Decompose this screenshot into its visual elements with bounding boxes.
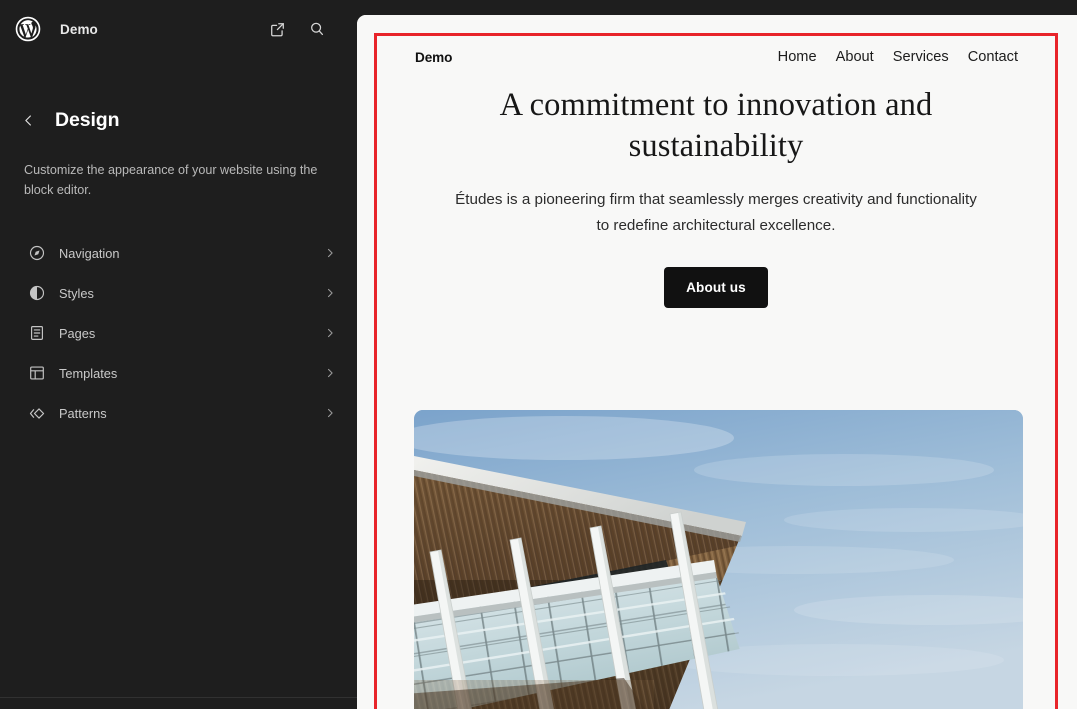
panel-description: Customize the appearance of your website… <box>24 163 318 197</box>
sidebar-item-label: Pages <box>59 325 96 341</box>
sidebar-item-label: Styles <box>59 285 94 301</box>
chevron-right-icon <box>323 246 337 260</box>
about-us-button[interactable]: About us <box>664 267 768 308</box>
editor-sidebar: Demo Design Customize the appearance of … <box>0 0 357 709</box>
sidebar-back-row: Design <box>0 108 357 132</box>
nav-link-contact[interactable]: Contact <box>968 49 1018 65</box>
sidebar-item-label: Patterns <box>59 405 107 421</box>
design-nav-list: Navigation Styles Pages Templates Patter… <box>0 233 357 433</box>
preview-frame: Demo Home About Services Contact A commi… <box>357 15 1077 709</box>
preview-site-header: Demo Home About Services Contact <box>377 36 1055 78</box>
nav-link-services[interactable]: Services <box>893 49 949 65</box>
chevron-right-icon <box>323 366 337 380</box>
architectural-canopy-photo <box>414 410 1023 709</box>
sidebar-item-styles[interactable]: Styles <box>0 273 357 313</box>
wordpress-logo-icon[interactable] <box>14 15 42 43</box>
nav-link-about[interactable]: About <box>836 49 874 65</box>
sidebar-divider <box>0 697 357 698</box>
sidebar-item-patterns[interactable]: Patterns <box>0 393 357 433</box>
navigation-compass-icon <box>26 242 48 264</box>
hero-section: A commitment to innovation and sustainab… <box>377 85 1055 308</box>
hero-button-wrap: About us <box>377 267 1055 308</box>
nav-link-home[interactable]: Home <box>778 49 817 65</box>
external-link-icon[interactable] <box>264 16 290 42</box>
preview-site-nav: Home About Services Contact <box>778 49 1018 65</box>
chevron-right-icon <box>323 326 337 340</box>
styles-contrast-icon <box>26 282 48 304</box>
preview-site-brand[interactable]: Demo <box>415 50 452 65</box>
sidebar-header-actions <box>264 9 330 49</box>
sidebar-item-label: Navigation <box>59 245 120 261</box>
site-preview-canvas[interactable]: Demo Home About Services Contact A commi… <box>357 15 1077 709</box>
chevron-right-icon <box>323 286 337 300</box>
hero-image[interactable] <box>414 410 1023 709</box>
search-icon[interactable] <box>304 16 330 42</box>
sidebar-item-pages[interactable]: Pages <box>0 313 357 353</box>
page-title: Design <box>55 108 120 131</box>
sidebar-item-label: Templates <box>59 365 118 381</box>
hero-title[interactable]: A commitment to innovation and sustainab… <box>456 85 976 167</box>
site-editor-window: Demo Design Customize the appearance of … <box>0 0 1077 709</box>
hero-subtitle[interactable]: Études is a pioneering firm that seamles… <box>451 187 981 239</box>
sidebar-item-navigation[interactable]: Navigation <box>0 233 357 273</box>
chevron-right-icon <box>323 406 337 420</box>
chevron-left-icon[interactable] <box>16 108 40 132</box>
sidebar-site-title: Demo <box>60 21 98 37</box>
templates-layout-icon <box>26 362 48 384</box>
sidebar-item-templates[interactable]: Templates <box>0 353 357 393</box>
patterns-diamonds-icon <box>26 402 48 424</box>
pages-document-icon <box>26 322 48 344</box>
